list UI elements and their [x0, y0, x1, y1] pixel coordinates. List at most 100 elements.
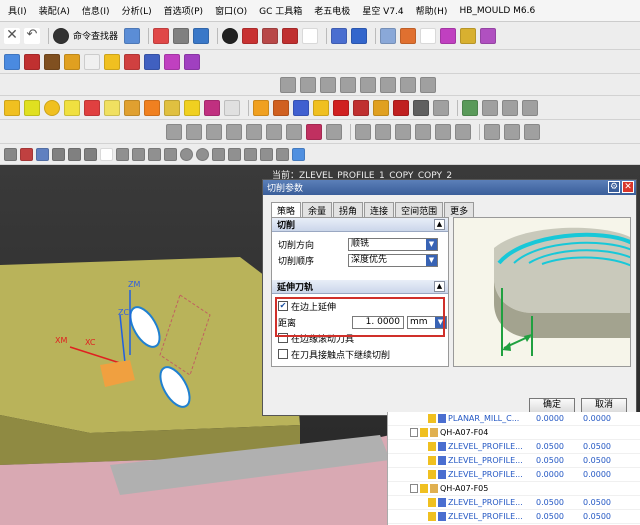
mill-icon-15[interactable] — [455, 123, 471, 140]
tree-row[interactable]: ZLEVEL_PROFILE... 0.0500 0.0500 — [388, 440, 640, 454]
printer-icon[interactable] — [413, 99, 429, 116]
menu-xingkong[interactable]: 星空 V7.4 — [356, 4, 409, 17]
tool-u-icon[interactable] — [502, 99, 518, 116]
menu-hb-mould[interactable]: HB_MOULD M6.6 — [453, 6, 541, 16]
tab-more[interactable]: 更多 — [444, 202, 475, 217]
menu-help[interactable]: 帮助(H) — [410, 4, 454, 17]
menu-electrode[interactable]: 老五电极 — [308, 4, 356, 17]
tool-s-icon[interactable] — [433, 99, 449, 116]
tree-row[interactable]: QH-A07-F04 — [388, 426, 640, 440]
cut-direction-select[interactable]: 顺铣 ▼ — [348, 237, 438, 251]
op-icon-4[interactable] — [340, 76, 356, 93]
font-icon[interactable] — [144, 53, 160, 70]
tool-e-icon[interactable] — [124, 99, 140, 116]
tool-j-icon[interactable] — [224, 99, 240, 116]
abc-icon[interactable] — [64, 99, 80, 116]
command-finder-icon[interactable] — [53, 27, 69, 44]
snap-l-icon[interactable] — [180, 147, 193, 161]
sphere-icon[interactable] — [222, 27, 239, 44]
op-icon-7[interactable] — [400, 76, 416, 93]
ok-button[interactable]: 确定 — [529, 398, 575, 413]
tab-containment[interactable]: 空间范围 — [395, 202, 444, 217]
tool-a-icon[interactable] — [4, 99, 20, 116]
tool-n-icon[interactable] — [313, 99, 329, 116]
snap-q-icon[interactable] — [260, 147, 273, 161]
puzzle-icon[interactable] — [64, 53, 80, 70]
cube-icon[interactable] — [193, 27, 210, 44]
mill-icon-17[interactable] — [504, 123, 520, 140]
blank-box-icon[interactable] — [302, 27, 319, 44]
tool-l-icon[interactable] — [273, 99, 289, 116]
mill-icon-16[interactable] — [484, 123, 500, 140]
transform-icon[interactable] — [440, 27, 457, 44]
mill-icon-4[interactable] — [226, 123, 242, 140]
chevron-down-icon[interactable]: ▼ — [426, 238, 437, 250]
mill-icon-6[interactable] — [266, 123, 282, 140]
snap-m-icon[interactable] — [196, 147, 209, 161]
tool-g-icon[interactable] — [164, 99, 180, 116]
mill-icon-13[interactable] — [415, 123, 431, 140]
gear-icon[interactable]: ⚙ — [608, 181, 620, 193]
tool-r-icon[interactable] — [393, 99, 409, 116]
op-icon-6[interactable] — [380, 76, 396, 93]
menu-gc-toolbox[interactable]: GC 工具箱 — [253, 4, 308, 17]
menu-preferences[interactable]: 首选项(P) — [158, 4, 209, 17]
menu-analysis[interactable]: 分析(L) — [116, 4, 158, 17]
render-style-icon[interactable] — [173, 27, 190, 44]
snap-h-icon[interactable] — [116, 147, 129, 161]
gear-icon[interactable] — [44, 53, 60, 70]
snap-b-icon[interactable] — [20, 147, 33, 161]
tool-i-icon[interactable] — [204, 99, 220, 116]
op-icon-3[interactable] — [320, 76, 336, 93]
expand-icon[interactable] — [410, 428, 418, 437]
tab-stock[interactable]: 余量 — [302, 202, 333, 217]
view-orient-icon[interactable] — [153, 27, 170, 44]
tree-row[interactable]: ZLEVEL_PROFILE... 0.0500 0.0500 — [388, 510, 640, 524]
menu-tools[interactable]: 具(I) — [2, 4, 33, 17]
tool-o-icon[interactable] — [333, 99, 349, 116]
wcs-icon[interactable] — [331, 27, 348, 44]
verify-icon[interactable] — [462, 99, 478, 116]
selection-icon[interactable] — [124, 27, 141, 44]
measure-icon[interactable] — [480, 27, 497, 44]
tab-connections[interactable]: 连接 — [364, 202, 395, 217]
continue-contact-checkbox[interactable] — [278, 349, 288, 359]
shield-icon[interactable] — [124, 53, 140, 70]
shade-icon[interactable] — [242, 27, 259, 44]
tab-corners[interactable]: 拐角 — [333, 202, 364, 217]
snap-j-icon[interactable] — [148, 147, 161, 161]
snap-r-icon[interactable] — [276, 147, 289, 161]
chevron-down-icon[interactable]: ▼ — [426, 254, 437, 266]
tool-q-icon[interactable] — [373, 99, 389, 116]
snap-s-icon[interactable] — [292, 147, 305, 161]
snap-a-icon[interactable] — [4, 147, 17, 161]
snap-e-icon[interactable] — [68, 147, 81, 161]
mill-icon-7[interactable] — [286, 123, 302, 140]
menu-window[interactable]: 窗口(O) — [209, 4, 253, 17]
layer-icon[interactable] — [282, 27, 299, 44]
power-icon[interactable] — [44, 99, 60, 116]
mill-icon-2[interactable] — [186, 123, 202, 140]
mill-icon-8[interactable] — [306, 123, 322, 140]
undo-icon[interactable]: ↶ — [24, 27, 40, 44]
dialog-titlebar[interactable]: 切削参数 ⚙ ✕ — [263, 180, 636, 195]
bell-icon[interactable] — [104, 53, 120, 70]
tool-d-icon[interactable] — [104, 99, 120, 116]
snap-i-icon[interactable] — [132, 147, 145, 161]
tool-f-icon[interactable] — [144, 99, 160, 116]
snap-icon[interactable] — [460, 27, 477, 44]
tab-strategy[interactable]: 策略 — [271, 202, 302, 217]
snap-d-icon[interactable] — [52, 147, 65, 161]
mill-icon-18[interactable] — [524, 123, 540, 140]
collapse-icon[interactable]: ▲ — [434, 281, 445, 292]
op-icon-5[interactable] — [360, 76, 376, 93]
tool-v-icon[interactable] — [522, 99, 538, 116]
section-extend-header[interactable]: 延伸刀轨 ▲ — [272, 280, 448, 294]
table-icon[interactable] — [164, 53, 180, 70]
cancel-button[interactable]: 取消 — [581, 398, 627, 413]
list-icon[interactable] — [380, 27, 397, 44]
mill-icon-1[interactable] — [166, 123, 182, 140]
tool-b-icon[interactable] — [24, 99, 40, 116]
close-icon[interactable]: ✕ — [622, 181, 634, 193]
mill-icon-3[interactable] — [206, 123, 222, 140]
